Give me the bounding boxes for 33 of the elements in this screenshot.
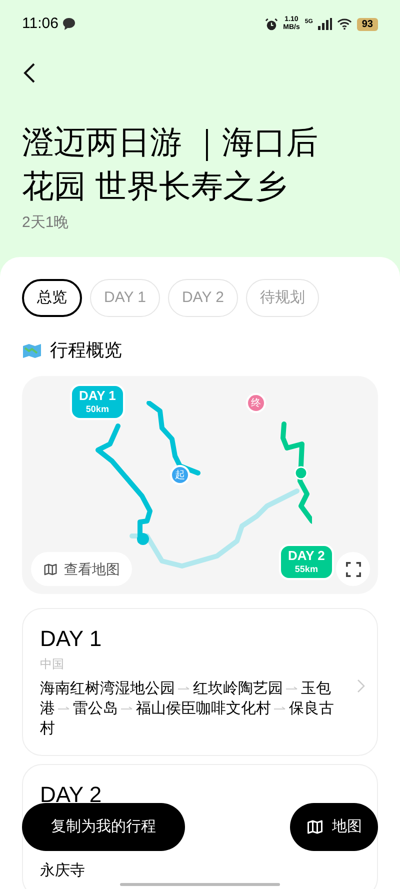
day-card[interactable]: DAY 1 中国 海南红树湾湿地公园 红坎岭陶艺园 玉包港 雷公岛 福山侯臣咖啡文化村 保良古村 [22,608,378,756]
arrow-right-icon [274,706,286,712]
map-icon [43,562,58,576]
end-marker: 终 [246,393,266,413]
clock-time: 11:06 [22,14,58,34]
tab[interactable]: 总览 [22,279,82,317]
day-route: 海南红树湾湿地公园 红坎岭陶艺园 玉包港 雷公岛 福山侯臣咖啡文化村 保良古村 [40,679,335,739]
fullscreen-icon [346,562,360,576]
signal-icon [318,18,332,30]
arrow-right-icon [286,686,298,692]
chevron-right-icon [357,679,365,693]
copy-itinerary-button[interactable]: 复制为我的行程 [22,803,185,851]
day1-route-label: DAY 1 50km [70,384,125,420]
day-title: DAY 1 [40,625,103,653]
arrow-right-icon [178,686,190,692]
arrow-right-icon [121,706,133,712]
back-icon [22,62,36,84]
view-map-button[interactable]: 查看地图 [31,552,132,586]
chat-bubble-icon [62,17,76,31]
day2-route-label: DAY 2 55km [279,544,334,580]
map-icon [306,818,324,836]
map-emoji-icon [22,342,42,358]
day-region: 中国 [40,656,65,673]
trip-duration: 2天1晚 [22,213,70,233]
day-route: 永庆寺 [40,861,86,881]
alarm-icon [265,18,278,30]
battery-indicator: 93 [356,18,378,30]
section-heading: 行程概览 [50,339,122,362]
arrow-right-icon [58,706,70,712]
start-marker: 起 [170,465,190,485]
wifi-icon [336,18,352,30]
fullscreen-button[interactable] [336,552,370,586]
trip-title: 澄迈两日游 ｜海口后花园 世界长寿之乡 [22,123,319,206]
